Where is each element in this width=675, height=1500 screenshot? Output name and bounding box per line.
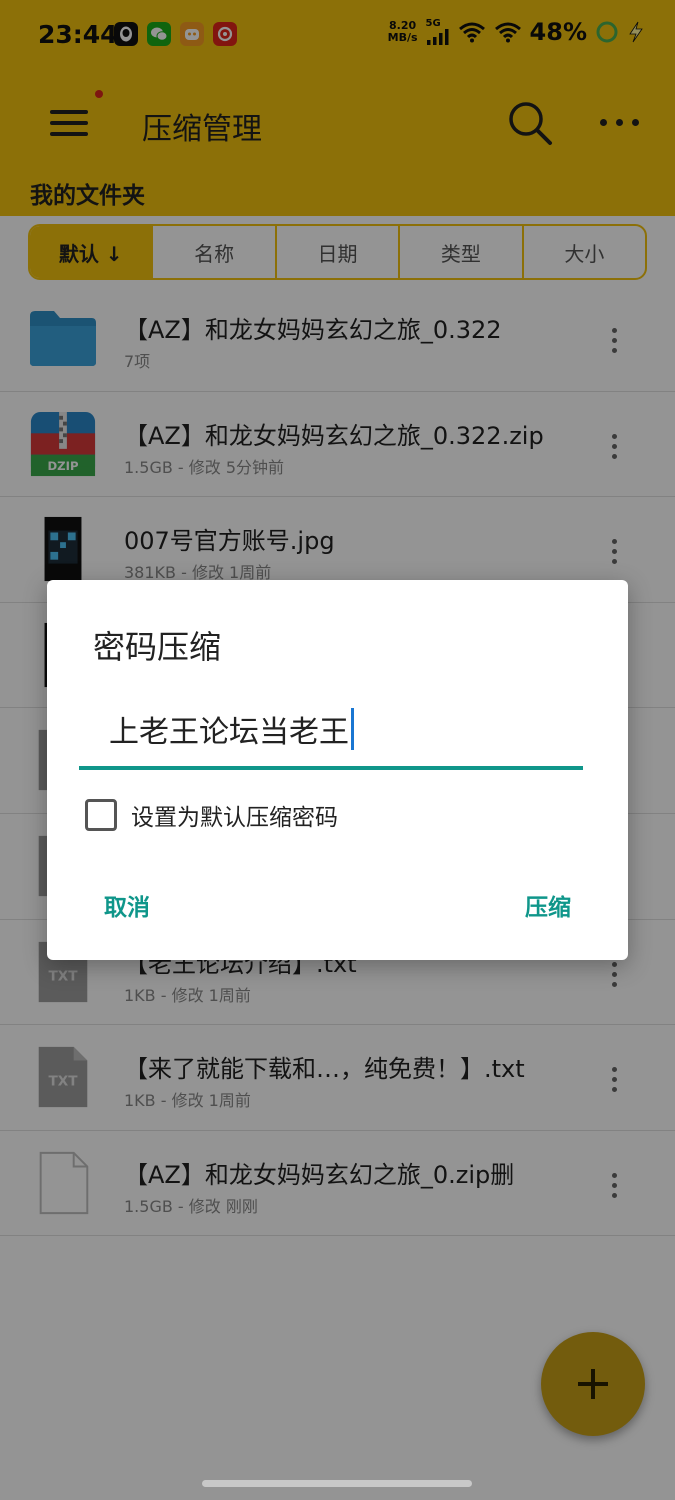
- checkbox-label: 设置为默认压缩密码: [131, 805, 338, 831]
- home-indicator[interactable]: [202, 1480, 472, 1487]
- cancel-button[interactable]: 取消: [104, 888, 150, 922]
- password-value: 上老王论坛当老王: [109, 715, 349, 750]
- default-password-checkbox-row[interactable]: 设置为默认压缩密码: [85, 798, 338, 832]
- compress-button[interactable]: 压缩: [525, 888, 571, 922]
- password-compress-dialog: 密码压缩 上老王论坛当老王 设置为默认压缩密码 取消 压缩: [47, 580, 628, 960]
- text-caret: [351, 708, 354, 750]
- password-input[interactable]: 上老王论坛当老王: [79, 692, 583, 770]
- default-password-checkbox[interactable]: [85, 799, 117, 831]
- dialog-title: 密码压缩: [93, 628, 222, 666]
